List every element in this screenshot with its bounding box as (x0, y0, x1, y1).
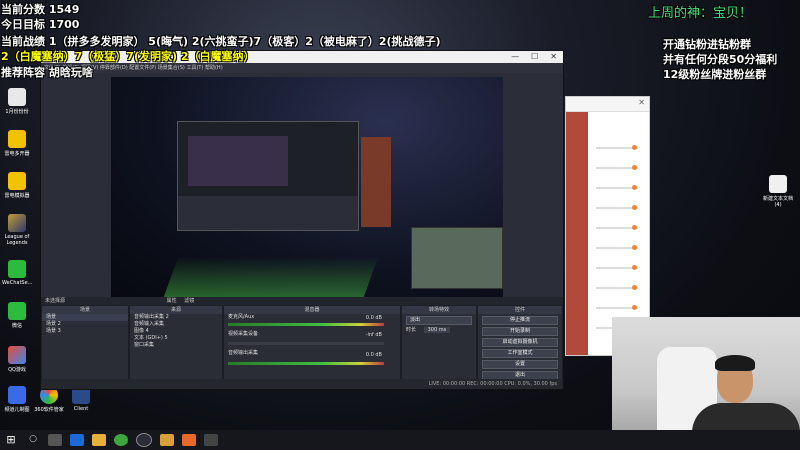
scene-item[interactable]: 场景 (42, 314, 128, 321)
source-item[interactable]: 文本 (GDI+) 5 (130, 335, 222, 342)
audio-mixer-dock: 混音器 麦克风/Aux 0.0 dB 视频采集设备 -inf dB 音频输出采集… (223, 305, 401, 381)
app-icon (8, 386, 26, 404)
obs-icon[interactable] (136, 433, 152, 447)
source-item[interactable]: 音频输出采集 2 (130, 314, 222, 321)
close-icon[interactable]: ✕ (638, 98, 645, 107)
sources-dock: 来源 音频输出采集 2 音频输入采集 图像 4 文本 (GDI+) 5 窗口采集 (129, 305, 223, 381)
obs-preview[interactable] (111, 77, 503, 297)
mixer-track-level: -inf dB (365, 332, 382, 338)
source-item[interactable]: 图像 4 (130, 328, 222, 335)
streamer-hair (715, 355, 755, 371)
game-icon[interactable] (160, 434, 174, 446)
mixer-track-level: 0.0 dB (365, 315, 382, 321)
overlay-score: 当前分数 1549 (1, 3, 80, 16)
setting-slider[interactable] (596, 305, 638, 310)
emulator-icon (8, 172, 26, 190)
setting-slider[interactable] (596, 205, 638, 210)
edge-icon[interactable] (70, 434, 84, 446)
scene-item[interactable]: 场景 2 (42, 321, 128, 328)
filters-button[interactable]: 滤镜 (184, 298, 194, 304)
desktop-icon-qqgame[interactable]: QQ游戏 (2, 346, 32, 373)
desktop-icon-wechat-setup[interactable]: WeChatSe... (2, 260, 32, 286)
green-glow (163, 257, 379, 297)
wechat-icon (8, 302, 26, 320)
setting-slider[interactable] (596, 145, 638, 150)
task-view-icon[interactable] (48, 434, 62, 446)
windows-start-icon[interactable]: ⊞ (4, 434, 18, 446)
transition-duration-row: 时长 300 ms (402, 327, 476, 334)
emulator-icon (8, 130, 26, 148)
settings-button[interactable]: 设置 (482, 360, 558, 369)
overlay-group-1: 开通钻粉进钻粉群 (663, 38, 751, 51)
mixer-track-level: 0.0 dB (365, 352, 382, 358)
side-app-accent-panel (566, 112, 588, 355)
controls-dock: 控件 停止推流 开始录制 启动虚拟摄像机 工作室模式 设置 退出 (477, 305, 563, 381)
obs-menubar[interactable]: 文件(F) 编辑(E) 视图(V) 停靠部件(D) 配置文件(P) 场景集合(S… (41, 63, 563, 73)
qq-game-icon (8, 346, 26, 364)
obs-statusbar: LIVE: 00:00:00 REC: 00:00:00 CPU: 0.0%, … (41, 379, 563, 389)
maximize-icon[interactable]: ☐ (531, 51, 538, 63)
setting-slider[interactable] (596, 185, 638, 190)
duration-input[interactable]: 300 ms (423, 327, 451, 333)
setting-slider[interactable] (596, 285, 638, 290)
desktop-icon-wechat[interactable]: 微信 (2, 302, 32, 329)
virtual-camera-button[interactable]: 启动虚拟摄像机 (482, 338, 558, 347)
app-icon[interactable] (204, 434, 218, 446)
nested-preview-image (188, 136, 288, 186)
setting-slider[interactable] (596, 265, 638, 270)
overlay-recommend: 推荐阵容 胡晗玩啥 (1, 66, 93, 79)
start-recording-button[interactable]: 开始录制 (482, 327, 558, 336)
scene-item[interactable]: 场景 3 (42, 328, 128, 335)
source-status-strip: 未选择源 属性 滤镜 (41, 297, 563, 305)
volume-meter (228, 362, 384, 365)
app-icon[interactable] (182, 434, 196, 446)
desktop-icon-chart[interactable]: 频道儿制图 (2, 386, 32, 413)
overlay-record-1: 当前战绩 1（拼多多发明家） 5(晦气) 2(六挑蛮子)7（极客）2（被电麻了）… (1, 35, 441, 48)
setting-slider[interactable] (596, 245, 638, 250)
transitions-dock: 转场特效 淡出 时长 300 ms (401, 305, 477, 381)
taskbar: ⊞ ○ (0, 430, 800, 450)
desktop-icon-newtext[interactable]: 新建文本文档(4) (760, 175, 796, 208)
side-app-titlebar: ✕ (566, 97, 649, 112)
scenes-dock: 场景 场景 场景 2 场景 3 (41, 305, 129, 381)
setting-slider[interactable] (596, 225, 638, 230)
league-icon (8, 214, 26, 232)
desktop-icon-360[interactable]: 360软件管家 (34, 386, 64, 413)
obs-window[interactable]: — ☐ ✕ 文件(F) 编辑(E) 视图(V) 停靠部件(D) 配置文件(P) … (40, 50, 564, 390)
overlay-target: 今日目标 1700 (1, 18, 80, 31)
wechat-icon (8, 260, 26, 278)
overlay-group-2: 并有任何分段50分福利 (663, 53, 778, 66)
nested-mixer (361, 137, 391, 227)
properties-button[interactable]: 属性 (167, 298, 177, 304)
source-item[interactable]: 窗口采集 (130, 342, 222, 349)
search-icon[interactable]: ○ (26, 434, 40, 446)
overlay-record-2: 2（白魔塞纳）7（极猛）7(发明家) 2（白魔塞纳） (1, 50, 255, 63)
nested-docks (178, 196, 358, 230)
folder-icon[interactable] (92, 434, 106, 446)
document-icon (769, 175, 787, 193)
desktop-icon-lol[interactable]: League of Legends (2, 214, 32, 246)
desktop-icon-leidian[interactable]: 雷电模拟器 (2, 172, 32, 199)
studio-mode-button[interactable]: 工作室模式 (482, 349, 558, 358)
stop-streaming-button[interactable]: 停止推流 (482, 316, 558, 325)
source-item[interactable]: 音频输入采集 (130, 321, 222, 328)
overlay-god-of-week: 上周的神：宝贝！ (648, 6, 753, 21)
nested-webcam (411, 227, 503, 289)
nested-obs-preview (177, 121, 359, 231)
close-icon[interactable]: ✕ (550, 51, 557, 63)
desktop-icon-doc[interactable]: 1月份份份 (2, 88, 32, 115)
overlay-group-3: 12级粉丝牌进粉丝群 (663, 68, 767, 81)
document-icon (8, 88, 26, 106)
transition-select[interactable]: 淡出 (406, 316, 472, 325)
desktop-icon-leidian-multi[interactable]: 雷电多开器 (2, 130, 32, 157)
app-icon[interactable] (114, 434, 128, 446)
minimize-icon[interactable]: — (511, 51, 519, 63)
setting-slider[interactable] (596, 165, 638, 170)
volume-meter (228, 323, 384, 326)
volume-meter (228, 342, 384, 345)
